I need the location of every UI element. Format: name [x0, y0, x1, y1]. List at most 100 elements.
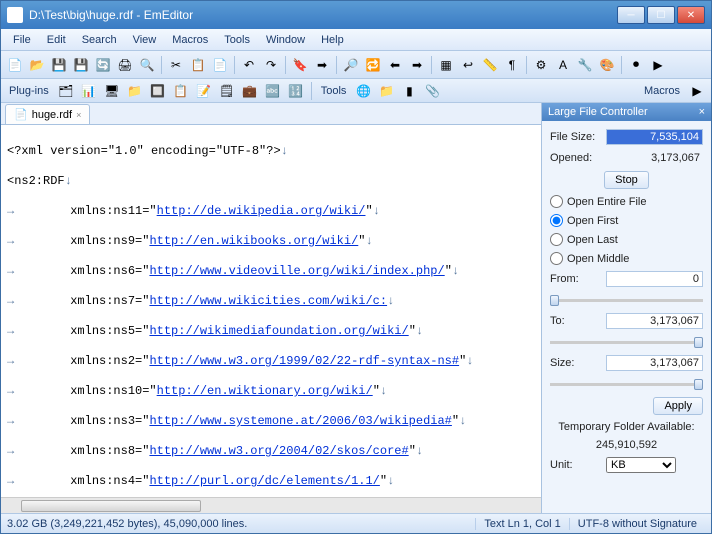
jump-icon[interactable]: ➡ — [312, 55, 332, 75]
plugin-icon[interactable]: 📋 — [171, 81, 191, 101]
config-icon[interactable]: ⚙ — [531, 55, 551, 75]
size-value[interactable]: 3,173,067 — [606, 355, 703, 371]
print-icon[interactable]: 🖨 — [115, 55, 135, 75]
window-title: D:\Test\big\huge.rdf - EmEditor — [29, 8, 193, 22]
close-button[interactable]: ✕ — [677, 6, 705, 24]
tool-ie-icon[interactable]: 🌐 — [353, 81, 373, 101]
open-last-radio[interactable] — [550, 233, 563, 246]
copy-icon[interactable]: 📋 — [188, 55, 208, 75]
file-tab[interactable]: 📄 huge.rdf × — [5, 104, 90, 124]
to-slider[interactable] — [550, 335, 703, 349]
menu-search[interactable]: Search — [74, 32, 125, 48]
menu-view[interactable]: View — [125, 32, 165, 48]
plugin-icon[interactable]: 📝 — [194, 81, 214, 101]
preview-icon[interactable]: 🔍 — [137, 55, 157, 75]
macro-icon[interactable]: ▶ — [687, 81, 707, 101]
replace-icon[interactable]: 🔁 — [363, 55, 383, 75]
undo-icon[interactable]: ↶ — [239, 55, 259, 75]
statusbar: 3.02 GB (3,249,221,452 bytes), 45,090,00… — [1, 513, 711, 533]
properties-icon[interactable]: 🔧 — [575, 55, 595, 75]
size-slider[interactable] — [550, 377, 703, 391]
open-first-radio[interactable] — [550, 214, 563, 227]
play-icon[interactable]: ▶ — [648, 55, 668, 75]
opened-label: Opened: — [550, 152, 602, 164]
menu-tools[interactable]: Tools — [216, 32, 258, 48]
open-icon[interactable]: 📂 — [27, 55, 47, 75]
tool-icon[interactable]: 📎 — [422, 81, 442, 101]
menu-help[interactable]: Help — [313, 32, 352, 48]
plugin-icon[interactable]: 📊 — [79, 81, 99, 101]
menu-window[interactable]: Window — [258, 32, 313, 48]
minimize-button[interactable]: ─ — [617, 6, 645, 24]
plugin-icon[interactable]: 📁 — [125, 81, 145, 101]
plugin-icon[interactable]: 🔢 — [286, 81, 306, 101]
find-icon[interactable]: 🔎 — [341, 55, 361, 75]
open-first-label: Open First — [567, 215, 618, 227]
open-entire-radio[interactable] — [550, 195, 563, 208]
opened-value: 3,173,067 — [606, 151, 703, 165]
filesize-value[interactable]: 7,535,104 — [606, 129, 703, 145]
saveall-icon[interactable]: 💾 — [71, 55, 91, 75]
panel-close-icon[interactable]: × — [699, 106, 705, 118]
findnext-icon[interactable]: ➡ — [407, 55, 427, 75]
plugin-icon[interactable]: 🔤 — [263, 81, 283, 101]
open-entire-label: Open Entire File — [567, 196, 646, 208]
reload-icon[interactable]: 🔄 — [93, 55, 113, 75]
doc-icon: 📄 — [14, 108, 28, 121]
record-icon[interactable]: ⏺ — [626, 55, 646, 75]
plugin-icon[interactable]: 💼 — [240, 81, 260, 101]
macros-label: Macros — [640, 85, 684, 97]
customize-icon[interactable]: 🎨 — [597, 55, 617, 75]
temp-value: 245,910,592 — [550, 439, 703, 451]
toolbar-main: 📄 📂 💾 💾 🔄 🖨 🔍 ✂ 📋 📄 ↶ ↷ 🔖 ➡ 🔎 🔁 ⬅ ➡ ▦ ↩ … — [1, 51, 711, 79]
menubar: File Edit Search View Macros Tools Windo… — [1, 29, 711, 51]
editor-area: 📄 huge.rdf × <?xml version="1.0" encodin… — [1, 103, 541, 513]
paste-icon[interactable]: 📄 — [210, 55, 230, 75]
status-filesize: 3.02 GB (3,249,221,452 bytes), 45,090,00… — [7, 518, 247, 530]
tool-explorer-icon[interactable]: 📁 — [376, 81, 396, 101]
stop-button[interactable]: Stop — [604, 171, 649, 189]
to-value[interactable]: 3,173,067 — [606, 313, 703, 329]
panel-header: Large File Controller × — [542, 103, 711, 121]
grid-icon[interactable]: ▦ — [436, 55, 456, 75]
from-value[interactable]: 0 — [606, 271, 703, 287]
cut-icon[interactable]: ✂ — [166, 55, 186, 75]
open-middle-label: Open Middle — [567, 253, 629, 265]
wrap-icon[interactable]: ↩ — [458, 55, 478, 75]
plugins-label: Plug-ins — [5, 85, 53, 97]
tab-close-icon[interactable]: × — [76, 110, 81, 120]
tool-cmd-icon[interactable]: ▮ — [399, 81, 419, 101]
plugin-icon[interactable]: 🗒 — [217, 81, 237, 101]
findprev-icon[interactable]: ⬅ — [385, 55, 405, 75]
large-file-panel: Large File Controller × File Size: 7,535,… — [541, 103, 711, 513]
save-icon[interactable]: 💾 — [49, 55, 69, 75]
horizontal-scrollbar[interactable] — [1, 497, 541, 513]
toolbar-plugins: Plug-ins 🗂 📊 🖥 📁 🔲 📋 📝 🗒 💼 🔤 🔢 Tools 🌐 📁… — [1, 79, 711, 103]
redo-icon[interactable]: ↷ — [261, 55, 281, 75]
tabbar: 📄 huge.rdf × — [1, 103, 541, 125]
plugin-icon[interactable]: 🖥 — [102, 81, 122, 101]
open-middle-radio[interactable] — [550, 252, 563, 265]
code-view[interactable]: <?xml version="1.0" encoding="UTF-8"?>↓ … — [1, 125, 541, 497]
plugin-icon[interactable]: 🔲 — [148, 81, 168, 101]
ruler-icon[interactable]: 📏 — [480, 55, 500, 75]
font-icon[interactable]: A — [553, 55, 573, 75]
apply-button[interactable]: Apply — [653, 397, 703, 415]
app-window: D:\Test\big\huge.rdf - EmEditor ─ ☐ ✕ Fi… — [0, 0, 712, 534]
maximize-button[interactable]: ☐ — [647, 6, 675, 24]
unit-select[interactable]: KB — [606, 457, 676, 473]
bookmark-icon[interactable]: 🔖 — [290, 55, 310, 75]
marks-icon[interactable]: ¶ — [502, 55, 522, 75]
filesize-label: File Size: — [550, 131, 602, 143]
size-label: Size: — [550, 357, 602, 369]
temp-label: Temporary Folder Available: — [550, 421, 703, 433]
app-icon — [7, 7, 23, 23]
from-slider[interactable] — [550, 293, 703, 307]
menu-macros[interactable]: Macros — [164, 32, 216, 48]
plugin-icon[interactable]: 🗂 — [56, 81, 76, 101]
menu-edit[interactable]: Edit — [39, 32, 74, 48]
scrollbar-thumb[interactable] — [21, 500, 201, 512]
to-label: To: — [550, 315, 602, 327]
menu-file[interactable]: File — [5, 32, 39, 48]
new-icon[interactable]: 📄 — [5, 55, 25, 75]
